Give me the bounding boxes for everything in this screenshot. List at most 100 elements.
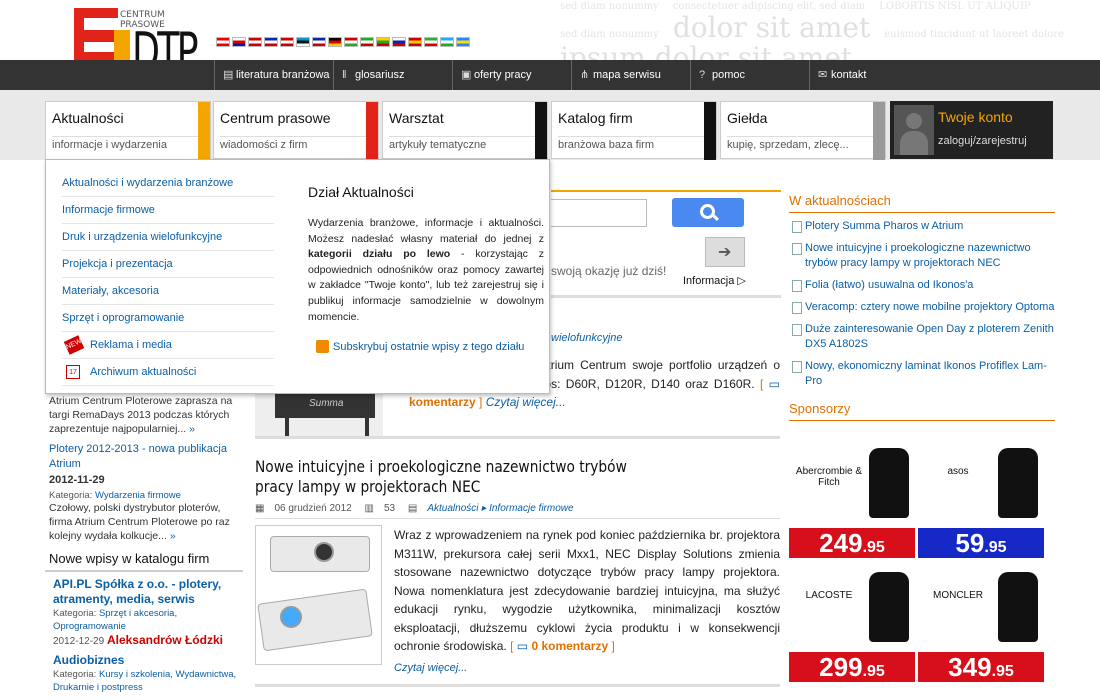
main-tab[interactable]: Giełda kupię, sprzedam, zlecę...	[720, 101, 886, 160]
comments-link[interactable]: 0 komentarzy	[531, 639, 608, 653]
main-tab[interactable]: Aktualności informacje i wydarzenia	[45, 101, 211, 161]
language-flag-icon[interactable]	[376, 37, 390, 47]
language-flag-icon[interactable]	[264, 37, 278, 47]
dropdown-title: Dział Aktualności	[308, 184, 414, 200]
comments-link[interactable]: komentarzy	[409, 395, 476, 409]
language-flag-icon[interactable]	[360, 37, 374, 47]
divider	[551, 190, 781, 192]
sponsors-heading: Sponsorzy	[789, 399, 1055, 421]
sponsor-brand: asos	[947, 466, 969, 477]
more-link[interactable]: »	[189, 423, 195, 435]
catalog-entry-title[interactable]: Audiobiznes	[53, 653, 243, 668]
dropdown-description: Wydarzenia branżowe, informacje i aktual…	[308, 217, 545, 323]
dropdown-item[interactable]: Druk i urządzenia wielofunkcyjne	[62, 224, 274, 251]
language-flag-icon[interactable]	[344, 37, 358, 47]
language-flag-icon[interactable]	[408, 37, 422, 47]
ad-arrow-button[interactable]	[705, 237, 745, 267]
account-subtitle: zaloguj/zarejestruj	[938, 135, 1027, 147]
sidebar-news-link[interactable]: Plotery Summa Pharos w Atrium	[789, 219, 1055, 234]
briefcase-icon: ▣	[461, 69, 472, 81]
topnav-item[interactable]: ? pomoc	[690, 60, 809, 90]
dropdown-item[interactable]: NEW Reklama i media	[62, 332, 274, 359]
dropdown-item[interactable]: Projekcja i prezentacja	[62, 251, 274, 278]
sponsor-ad[interactable]: MONCLER 349.95	[918, 564, 1044, 682]
dropdown-item[interactable]: Aktualności i wydarzenia branżowe	[62, 170, 274, 197]
sidebar-news-link[interactable]: Duże zainteresowanie Open Day z ploterem…	[789, 322, 1055, 352]
account-tab[interactable]: Twoje konto zaloguj/zarejestruj	[890, 101, 1053, 159]
sponsor-price: 349.95	[918, 652, 1044, 682]
tab-color-bar	[704, 102, 716, 160]
article-category[interactable]: wielofunkcyjne	[551, 332, 623, 344]
main-tab[interactable]: Centrum prasowe wiadomości z firm	[213, 101, 379, 160]
tab-subtitle: artykuły tematyczne	[389, 136, 539, 151]
read-more-link[interactable]: Czytaj więcej...	[486, 395, 566, 409]
language-flag-icon[interactable]	[280, 37, 294, 47]
background-word: sed diam nonummy	[560, 1, 659, 12]
catalog-entry: API.PL Spółka z o.o. - plotery, atrament…	[45, 577, 243, 648]
topnav-label: glosariusz	[355, 69, 405, 81]
read-more-link[interactable]: Czytaj więcej...	[394, 662, 467, 674]
help-icon: ?	[699, 69, 706, 81]
article-body: Wraz z wprowadzeniem na rynek pod koniec…	[394, 528, 780, 653]
catalog-entry-title[interactable]: API.PL Spółka z o.o. - plotery, atrament…	[53, 577, 243, 607]
news-excerpt: Atrium Centrum Ploterowe zapraszа na tar…	[49, 395, 233, 435]
sidebar-news-link[interactable]: Nowy, ekonomiczny laminat Ikonos Profifl…	[789, 359, 1055, 389]
language-flag-icon[interactable]	[216, 37, 230, 47]
catalog-entry: Audiobiznes Kategoria: Kursy i szkolenia…	[45, 653, 243, 694]
topnav-item[interactable]: ⋔ mapa serwisu	[571, 60, 690, 90]
sponsor-ad[interactable]: asos 59.95	[918, 440, 1044, 558]
search-button[interactable]	[672, 198, 744, 227]
sidebar-news-link[interactable]: Nowe intuicyjne i proekologiczne nazewni…	[789, 241, 1055, 271]
topnav-item[interactable]: ǁ glosariusz	[333, 60, 452, 90]
news-link[interactable]: Plotery 2012-2013 - nowa publikacja Atri…	[45, 442, 243, 472]
tab-title: Warsztat	[389, 110, 444, 126]
sponsor-brand: MONCLER	[932, 590, 983, 601]
news-sidebar: W aktualnościach Plotery Summa Pharos w …	[789, 191, 1055, 396]
ad-info-link[interactable]: Informacja ▷	[683, 274, 746, 287]
language-flag-icon[interactable]	[424, 37, 438, 47]
tab-subtitle: wiadomości z firm	[220, 136, 370, 151]
main-tab[interactable]: Warsztat artykuły tematyczne	[382, 101, 548, 160]
sidebar-heading: W aktualnościach	[789, 191, 1055, 213]
top-navigation-bar: ▤ literatura branżowa ǁ glosariusz ▣ oferty p…	[0, 60, 1100, 90]
sidebar-news-link[interactable]: Veracomp: cztery nowe mobilne projektory…	[789, 300, 1055, 315]
language-flag-icon[interactable]	[440, 37, 454, 47]
topnav-label: mapa serwisu	[593, 69, 661, 81]
dropdown-item[interactable]: Informacje firmowe	[62, 197, 274, 224]
more-link[interactable]: »	[170, 530, 176, 542]
language-flag-icon[interactable]	[312, 37, 326, 47]
language-flags	[216, 37, 470, 47]
left-column: Atrium Centrum Ploterowe zapraszа na tar…	[45, 394, 243, 694]
sponsor-ad[interactable]: Abercrombie & Fitch 249.95	[789, 440, 915, 558]
dropdown-item[interactable]: 17 Archiwum aktualności	[62, 359, 274, 386]
article-title[interactable]: Nowe intuicyjne i proekologiczne nazewni…	[255, 457, 659, 497]
dropdown-item[interactable]: Sprzęt i oprogramowanie	[62, 305, 274, 332]
background-word: sed diam nonummy	[560, 29, 659, 40]
topnav-item[interactable]: ▣ oferty pracy	[452, 60, 571, 90]
language-flag-icon[interactable]	[392, 37, 406, 47]
language-flag-icon[interactable]	[456, 37, 470, 47]
book-icon: ▤	[223, 69, 234, 81]
topnav-item[interactable]: ▤ literatura branżowa	[214, 60, 333, 90]
main-tab[interactable]: Katalog firm branżowa baza firm	[551, 101, 717, 160]
language-flag-icon[interactable]	[232, 37, 246, 47]
sidebar-news-link[interactable]: Folia (łatwo) usuwalna od Ikonos'a	[789, 278, 1055, 293]
folder-icon: ▤	[407, 503, 418, 514]
avatar-icon	[894, 105, 934, 155]
sponsor-price: 249.95	[789, 528, 915, 558]
sponsor-brand: Abercrombie & Fitch	[795, 466, 863, 488]
language-flag-icon[interactable]	[328, 37, 342, 47]
topnav-item[interactable]: ✉ kontakt	[809, 60, 928, 90]
topnav-label: oferty pracy	[474, 69, 532, 81]
language-flag-icon[interactable]	[296, 37, 310, 47]
sponsor-ad[interactable]: LACOSTE 299.95	[789, 564, 915, 682]
glossary-icon: ǁ	[342, 69, 347, 81]
topnav-label: literatura branżowa	[236, 69, 330, 81]
news-category: Kategoria: Wydarzenia firmowe	[49, 490, 181, 501]
search-input[interactable]	[551, 199, 647, 227]
language-flag-icon[interactable]	[248, 37, 262, 47]
rss-subscribe-link[interactable]: Subskrybuj ostatnie wpisy z tego działu	[316, 340, 524, 353]
dropdown-item[interactable]: Materiały, akcesoria	[62, 278, 274, 305]
projector-image[interactable]	[255, 525, 382, 665]
plotter-image[interactable]	[255, 394, 383, 436]
